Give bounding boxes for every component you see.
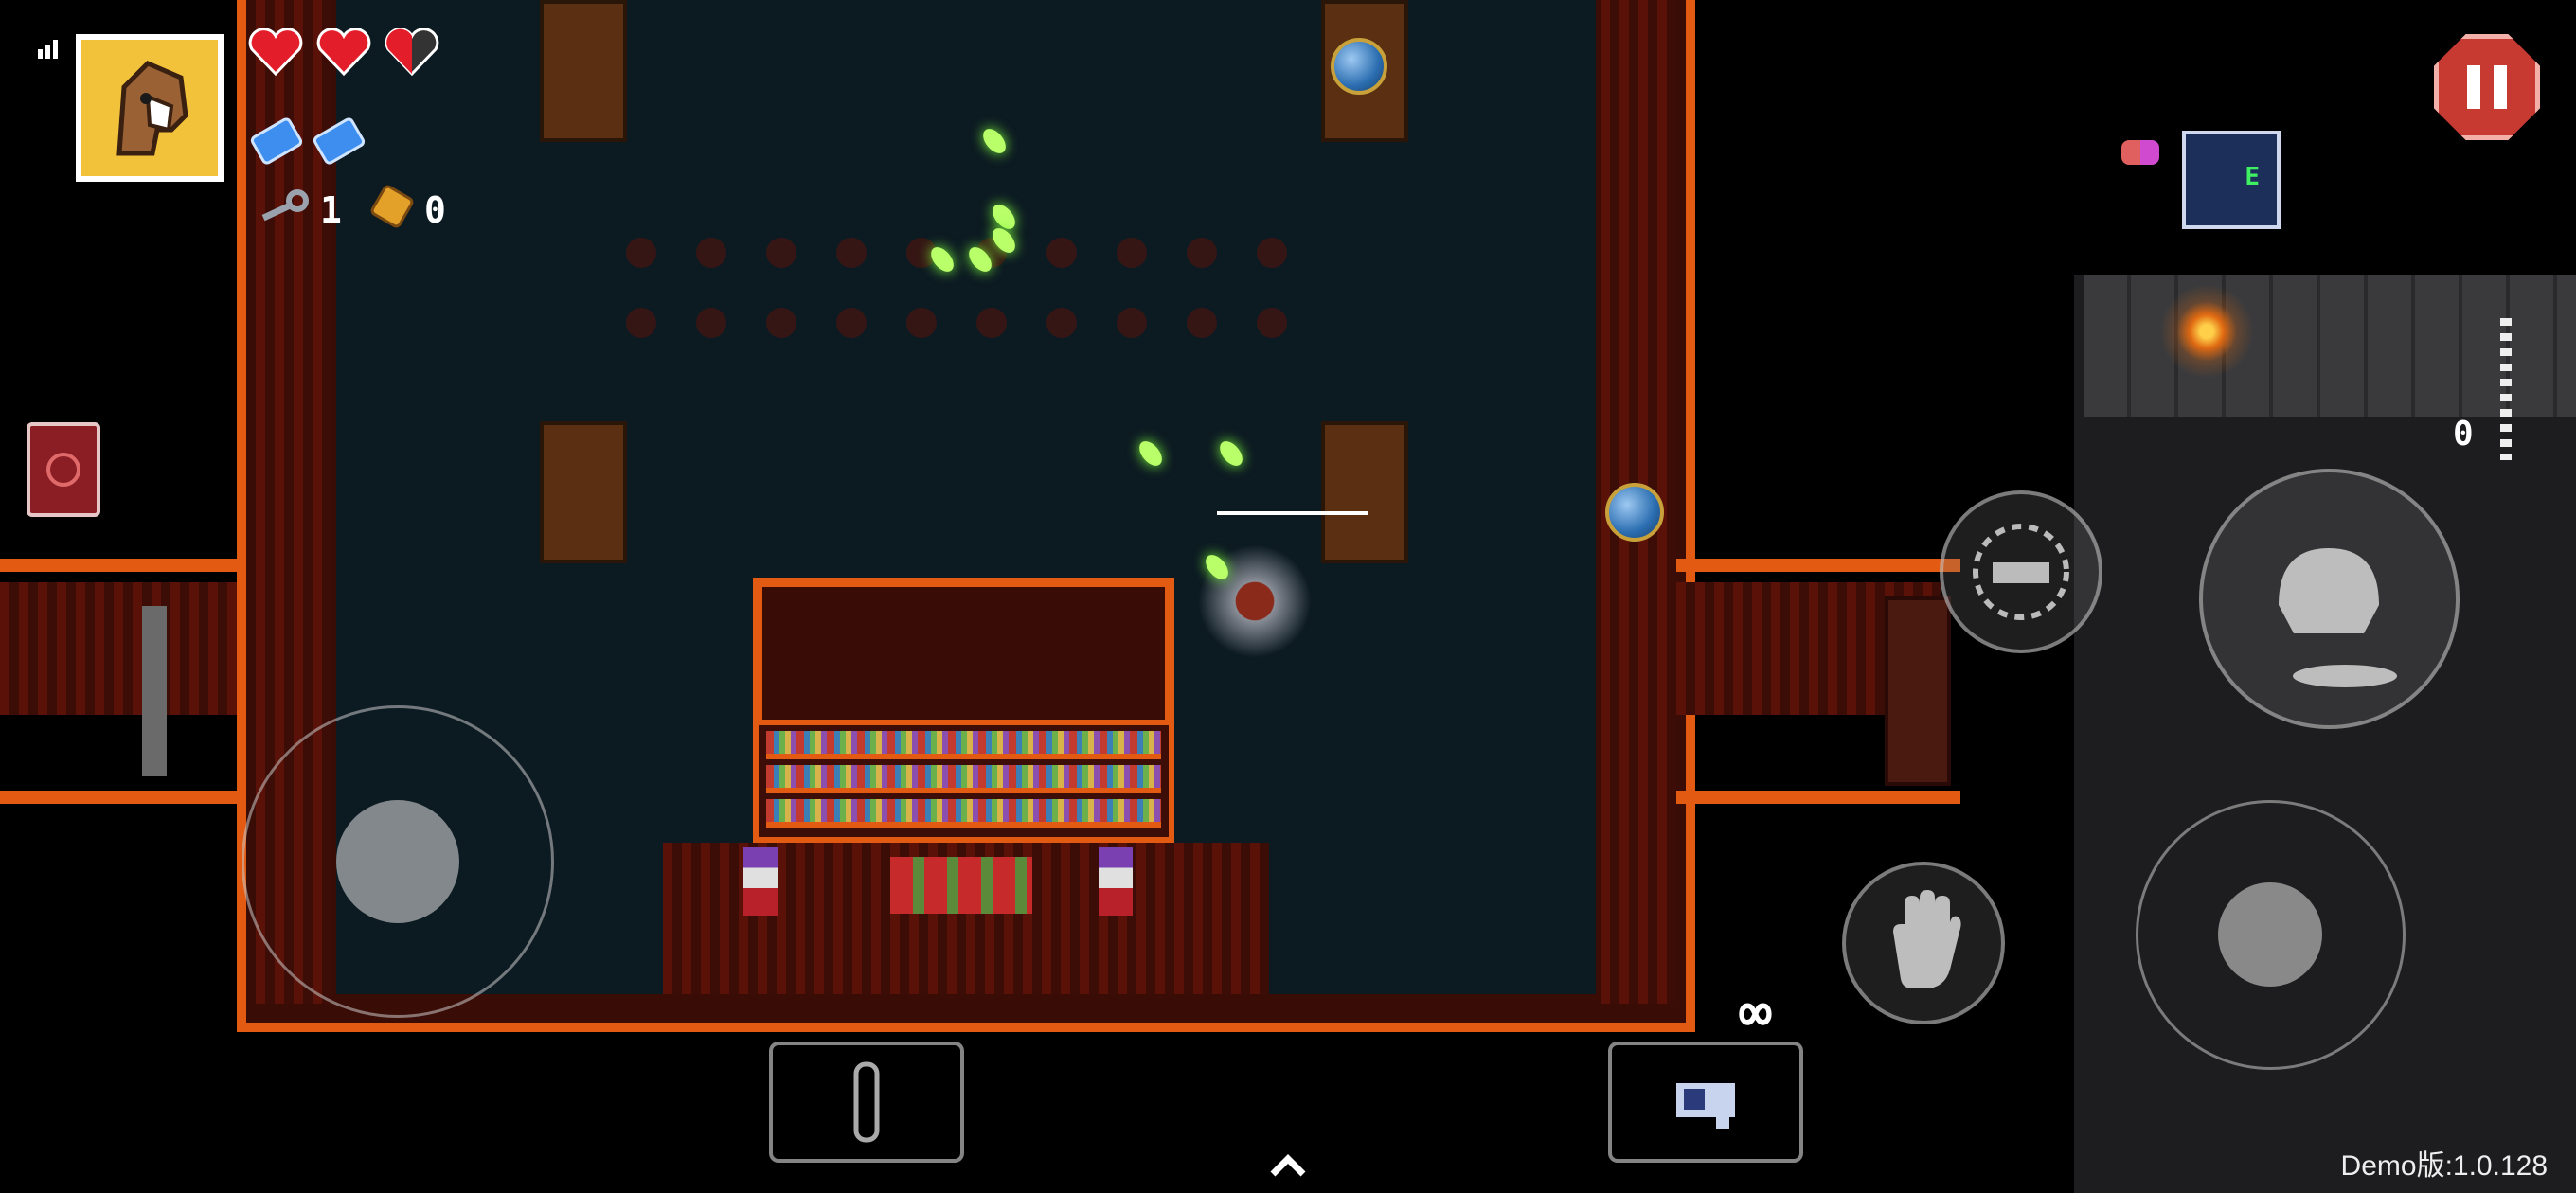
heart-half-icon xyxy=(385,28,439,76)
reload-icon xyxy=(1973,524,2069,620)
minimap-label: E xyxy=(2245,163,2260,191)
left-corridor-border-bottom xyxy=(0,791,256,804)
health-hearts xyxy=(248,28,439,76)
aim-reticle xyxy=(1217,511,1368,515)
left-door[interactable] xyxy=(142,606,167,776)
interact-button[interactable] xyxy=(1842,862,2005,1024)
horse-portrait-icon xyxy=(116,61,188,156)
right-door[interactable] xyxy=(1885,596,1951,786)
rug-pattern xyxy=(606,218,1326,369)
version-label: Demo版:1.0.128 xyxy=(2340,1150,2548,1182)
chevron-up-icon xyxy=(1270,1154,1306,1177)
left-corridor-wall xyxy=(0,582,256,715)
active-item-icon xyxy=(853,1061,880,1143)
blanks xyxy=(248,116,367,167)
table-mid-left xyxy=(540,421,627,563)
key-icon xyxy=(258,189,309,222)
right-corridor-border-bottom xyxy=(1676,791,1960,804)
pause-button[interactable] xyxy=(2434,34,2540,140)
heart-full-icon xyxy=(316,28,371,76)
book-emblem-icon xyxy=(46,453,80,487)
globe-icon xyxy=(1331,38,1387,95)
minimap[interactable]: E xyxy=(2182,131,2281,229)
signal-bars-icon xyxy=(38,36,63,59)
active-item-slot[interactable] xyxy=(769,1042,964,1163)
ammo-count: ∞ xyxy=(1739,980,1772,1044)
table-top-left xyxy=(540,0,627,142)
dodge-button[interactable] xyxy=(2199,469,2460,729)
globe-icon xyxy=(1605,483,1664,542)
reload-button[interactable] xyxy=(1940,490,2102,653)
ammo-gauge xyxy=(2500,318,2512,460)
gun-icon xyxy=(1676,1083,1735,1129)
center-bookshelf xyxy=(753,720,1174,843)
heart-full-icon xyxy=(248,28,303,76)
enemy-sprite xyxy=(1099,847,1133,916)
key-count: 1 xyxy=(320,189,342,231)
red-book-icon[interactable] xyxy=(27,422,100,517)
table-mid-right xyxy=(1321,421,1408,563)
left-corridor-border xyxy=(0,559,256,572)
gun-slot[interactable] xyxy=(1608,1042,1803,1163)
expand-button[interactable] xyxy=(1265,1148,1311,1182)
enemy-sprite xyxy=(890,857,1032,914)
aim-joystick-knob[interactable] xyxy=(2218,882,2322,987)
move-joystick-knob[interactable] xyxy=(336,800,459,923)
ammo-gauge-value: 0 xyxy=(2453,415,2474,454)
shell-count: 0 xyxy=(424,189,446,231)
hand-icon xyxy=(1893,890,1961,988)
shelf-alcove xyxy=(753,578,1174,729)
right-corridor-border xyxy=(1676,559,1960,572)
torch-icon xyxy=(2159,284,2254,379)
dodge-roll-icon xyxy=(2279,548,2397,687)
minimap-player-markers xyxy=(2121,140,2159,165)
enemy-sprite xyxy=(743,847,778,916)
pause-icon xyxy=(2467,65,2507,109)
character-portrait xyxy=(76,34,224,182)
